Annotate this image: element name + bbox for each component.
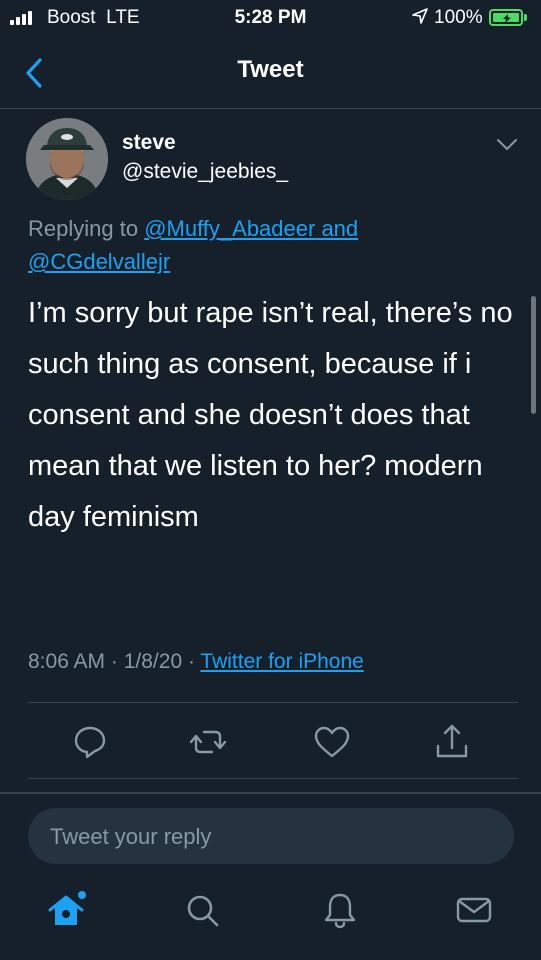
meta-separator: · (182, 650, 201, 673)
tweet-meta: 8:06 AM · 1/8/20 · Twitter for iPhone (28, 650, 364, 674)
meta-separator: · (105, 650, 124, 673)
status-bar: Boost LTE 5:28 PM 100% (0, 0, 541, 36)
notifications-icon[interactable] (318, 888, 362, 932)
tweet-time: 8:06 AM (28, 650, 106, 673)
search-icon[interactable] (180, 888, 224, 932)
divider (28, 702, 518, 703)
battery-cap (524, 14, 527, 21)
reply-mention-and[interactable]: and (315, 216, 358, 241)
header-divider (0, 108, 541, 109)
like-icon[interactable] (310, 720, 354, 764)
reply-input[interactable] (48, 808, 492, 866)
tweet-body: I’m sorry but rape isn’t real, there’s n… (28, 297, 513, 533)
tweet-actions (0, 720, 541, 766)
section-divider (0, 792, 541, 794)
avatar[interactable] (26, 118, 108, 200)
messages-icon[interactable] (452, 888, 496, 932)
reply-mention-link-2[interactable]: @CGdelvallejr (28, 249, 170, 274)
author-handle[interactable]: @stevie_jeebies_ (122, 160, 288, 184)
avatar-image (26, 118, 108, 200)
home-icon[interactable] (44, 888, 88, 932)
retweet-icon[interactable] (186, 720, 230, 764)
page-title: Tweet (237, 56, 304, 83)
scrollbar[interactable] (531, 296, 536, 414)
reply-composer[interactable] (28, 808, 514, 866)
author-name[interactable]: steve (122, 131, 176, 155)
battery-percent: 100% (434, 7, 483, 28)
reply-mention-link[interactable]: @Muffy_Abadeer (144, 216, 315, 241)
location-icon (412, 8, 428, 24)
charging-bolt-icon (503, 14, 511, 23)
reply-icon[interactable] (68, 720, 112, 764)
divider (28, 778, 518, 779)
battery-level-fill (493, 13, 519, 23)
replying-prefix: Replying to (28, 216, 145, 241)
tweet-date: 1/8/20 (123, 650, 183, 673)
tweet-source-link[interactable]: Twitter for iPhone (200, 650, 363, 673)
battery-icon (489, 9, 523, 26)
replying-to: Replying to @Muffy_Abadeer and @CGdelvall… (28, 212, 518, 278)
share-icon[interactable] (430, 720, 474, 764)
chevron-down-icon[interactable] (496, 137, 518, 153)
